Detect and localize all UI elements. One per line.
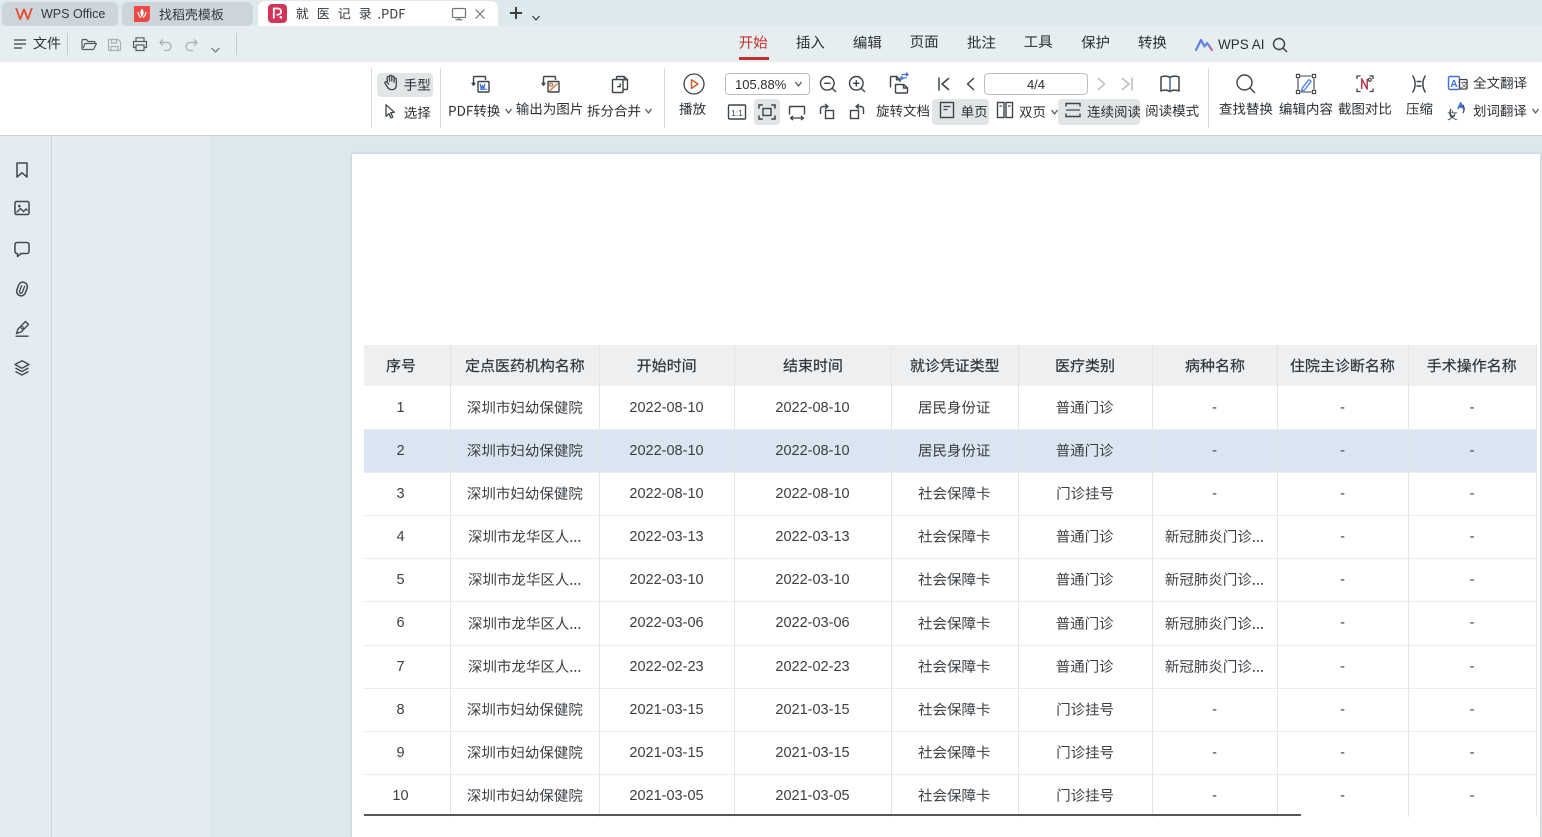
svg-text:A: A (1450, 79, 1457, 90)
svg-text:1:1: 1:1 (731, 108, 743, 118)
